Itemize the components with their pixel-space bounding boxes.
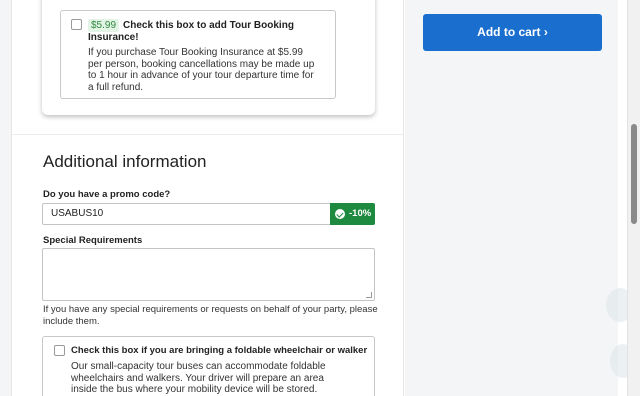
insurance-checkbox[interactable] <box>71 19 82 30</box>
order-summary-panel <box>405 0 618 396</box>
wheelchair-checkbox[interactable] <box>54 345 65 356</box>
wheelchair-title: Check this box if you are bringing a fol… <box>71 345 368 356</box>
special-requirements-label: Special Requirements <box>43 235 143 246</box>
check-circle-icon <box>335 209 345 219</box>
additional-information-heading: Additional information <box>43 152 207 171</box>
discount-value: -10% <box>349 208 372 219</box>
promo-code-input[interactable]: USABUS10 <box>42 203 330 225</box>
wheelchair-description: Our small-capacity tour buses can accomm… <box>71 361 326 396</box>
insurance-option-box[interactable]: Check this box to add Tour Booking Insur… <box>60 10 336 99</box>
insurance-card: Check this box to add Tour Booking Insur… <box>42 0 375 115</box>
special-requirements-textarea[interactable] <box>42 248 375 301</box>
discount-badge: -10% <box>330 203 375 225</box>
section-divider <box>12 134 404 135</box>
resize-handle-icon[interactable] <box>366 292 372 298</box>
wheelchair-option-box[interactable]: Check this box if you are bringing a fol… <box>42 336 375 396</box>
left-gutter <box>0 0 12 396</box>
special-requirements-help: If you have any special requirements or … <box>43 304 378 327</box>
add-to-cart-button[interactable]: Add to cart › <box>423 14 602 51</box>
insurance-title: Check this box to add Tour Booking Insur… <box>88 20 328 44</box>
scrollbar-thumb[interactable] <box>631 124 637 224</box>
insurance-description: If you purchase Tour Booking Insurance a… <box>88 47 315 93</box>
promo-code-label: Do you have a promo code? <box>43 189 171 200</box>
insurance-price-badge: $5.99 <box>88 19 120 32</box>
